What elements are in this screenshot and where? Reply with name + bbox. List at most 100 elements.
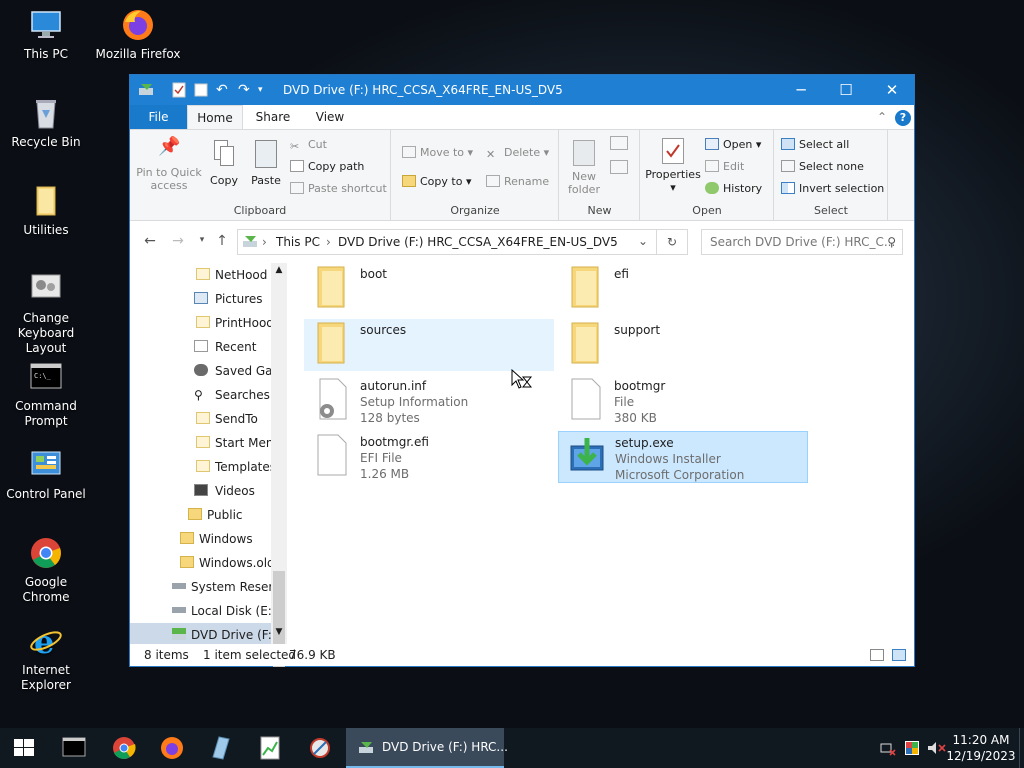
volume-muted-icon[interactable] <box>926 740 946 756</box>
nav-item-start-menu[interactable]: Start Menu <box>130 431 280 455</box>
details-view-icon[interactable] <box>870 649 884 661</box>
taskbar-command-prompt[interactable] <box>50 728 98 768</box>
collapse-ribbon-icon[interactable]: ⌃ <box>872 105 892 129</box>
scroll-up-icon[interactable]: ▲ <box>271 265 287 275</box>
nav-item-saved-games[interactable]: Saved Gan <box>130 359 280 383</box>
tab-view[interactable]: View <box>302 105 358 129</box>
nav-item-pictures[interactable]: Pictures <box>130 287 280 311</box>
open-button[interactable]: Open ▾ <box>705 138 761 152</box>
copy-button[interactable]: Copy <box>204 140 244 187</box>
nav-item-templates[interactable]: Templates <box>130 455 280 479</box>
help-icon[interactable]: ? <box>894 105 912 129</box>
properties-button[interactable]: Properties ▾ <box>645 138 701 194</box>
desktop-icon-label: Control Panel <box>6 487 86 501</box>
up-button[interactable]: ↑ <box>212 233 232 249</box>
redo-icon[interactable]: ↷ <box>238 82 252 98</box>
search-input[interactable]: Search DVD Drive (F:) HRC_C... ⚲ <box>701 229 903 255</box>
new-folder-quick-icon[interactable] <box>194 82 208 98</box>
large-icons-view-icon[interactable] <box>892 649 906 661</box>
address-dropdown-icon[interactable]: ⌄ <box>638 234 648 248</box>
title-bar[interactable]: ↶ ↷ ▾ DVD Drive (F:) HRC_CCSA_X64FRE_EN-… <box>130 75 914 105</box>
paste-button[interactable]: Paste <box>246 140 286 187</box>
edit-button[interactable]: Edit <box>705 160 744 174</box>
nav-item-sendto[interactable]: SendTo <box>130 407 280 431</box>
desktop-icon-keyboard-layout[interactable]: Change Keyboard Layout <box>0 272 92 356</box>
cut-button[interactable]: ✂ Cut <box>290 138 327 153</box>
start-button[interactable] <box>0 728 48 768</box>
scroll-down-icon[interactable]: ▼ <box>271 627 287 637</box>
paste-shortcut-button[interactable]: Paste shortcut <box>290 182 387 196</box>
move-to-button[interactable]: Move to ▾ <box>402 146 473 160</box>
nav-item-dvd-drive-f[interactable]: DVD Drive (F:) I <box>130 623 280 644</box>
desktop-icon-chrome[interactable]: Google Chrome <box>0 536 92 605</box>
chart-document-icon <box>260 736 280 760</box>
desktop-icon-command-prompt[interactable]: C:\_ Command Prompt <box>0 360 92 429</box>
file-item-efi[interactable]: efi <box>558 263 808 315</box>
nav-scrollbar[interactable]: ▲ ▼ <box>271 263 287 667</box>
pin-quick-access-button[interactable]: 📌 Pin to Quick access <box>136 138 202 193</box>
nav-item-nethood[interactable]: NetHood <box>130 263 280 287</box>
select-none-button[interactable]: Select none <box>781 160 864 174</box>
breadcrumb-this-pc[interactable]: This PC <box>276 235 320 249</box>
nav-item-public[interactable]: Public <box>130 503 280 527</box>
history-button[interactable]: History <box>705 182 762 196</box>
delete-button[interactable]: ✕ Delete ▾ <box>486 146 549 161</box>
file-item-support[interactable]: support <box>558 319 808 371</box>
minimize-button[interactable]: ─ <box>778 75 824 105</box>
nav-item-system-reserved[interactable]: System Reserve <box>130 575 280 599</box>
back-button[interactable]: ← <box>140 233 160 249</box>
copy-to-button[interactable]: Copy to ▾ <box>402 175 471 189</box>
taskbar-chrome[interactable] <box>100 728 148 768</box>
desktop-icon-label: Utilities <box>23 223 69 237</box>
recent-locations-icon[interactable]: ▾ <box>192 235 212 245</box>
network-tray-icon[interactable] <box>880 740 896 756</box>
taskbar-app-1[interactable] <box>197 728 245 768</box>
forward-button[interactable]: → <box>168 233 188 249</box>
nav-item-searches[interactable]: ⚲ Searches <box>130 383 280 407</box>
properties-quick-icon[interactable] <box>172 82 186 98</box>
new-folder-button[interactable]: New folder <box>564 140 604 196</box>
display-tray-icon[interactable] <box>904 740 920 756</box>
taskbar-app-2[interactable] <box>246 728 294 768</box>
taskbar-explorer-window[interactable]: DVD Drive (F:) HRC... <box>346 728 508 768</box>
system-clock[interactable]: 11:20 AM 12/19/2023 <box>946 732 1016 764</box>
tab-share[interactable]: Share <box>245 105 301 129</box>
easy-access-icon[interactable] <box>610 160 628 174</box>
file-item-boot[interactable]: boot <box>304 263 554 315</box>
refresh-button[interactable]: ↻ <box>657 229 688 255</box>
customize-toolbar-icon[interactable]: ▾ <box>258 82 272 98</box>
taskbar-app-3[interactable] <box>296 728 344 768</box>
desktop-icon-utilities[interactable]: Utilities <box>0 184 92 238</box>
select-all-button[interactable]: Select all <box>781 138 849 152</box>
breadcrumb-dvd-drive[interactable]: DVD Drive (F:) HRC_CCSA_X64FRE_EN-US_DV5 <box>338 235 618 249</box>
file-item-bootmgr-efi[interactable]: bootmgr.efi EFI File 1.26 MB <box>304 431 554 483</box>
nav-item-local-disk-e[interactable]: Local Disk (E:) <box>130 599 280 623</box>
copy-path-button[interactable]: Copy path <box>290 160 364 174</box>
maximize-button[interactable]: ☐ <box>823 75 869 105</box>
nav-item-windows[interactable]: Windows <box>130 527 280 551</box>
invert-selection-button[interactable]: Invert selection <box>781 182 884 196</box>
nav-item-videos[interactable]: Videos <box>130 479 280 503</box>
show-desktop-button[interactable] <box>1019 728 1024 768</box>
edit-icon <box>705 160 719 172</box>
file-item-sources[interactable]: sources <box>304 319 554 371</box>
taskbar-firefox[interactable] <box>148 728 196 768</box>
address-bar[interactable]: › This PC › DVD Drive (F:) HRC_CCSA_X64F… <box>237 229 657 255</box>
undo-icon[interactable]: ↶ <box>216 82 230 98</box>
desktop-icon-this-pc[interactable]: This PC <box>0 8 92 62</box>
file-item-bootmgr[interactable]: bootmgr File 380 KB <box>558 375 808 427</box>
new-item-icon[interactable] <box>610 136 628 150</box>
nav-item-windows-old[interactable]: Windows.old <box>130 551 280 575</box>
recycle-bin-icon <box>29 96 63 130</box>
tab-file[interactable]: File <box>130 105 187 129</box>
rename-button[interactable]: Rename <box>486 175 549 189</box>
file-item-setup-exe[interactable]: setup.exe Windows Installer Microsoft Co… <box>558 431 808 483</box>
desktop-icon-internet-explorer[interactable]: e Internet Explorer <box>0 623 92 693</box>
desktop-icon-control-panel[interactable]: Control Panel <box>0 448 92 502</box>
desktop-icon-firefox[interactable]: Mozilla Firefox <box>92 8 184 62</box>
desktop-icon-recycle-bin[interactable]: Recycle Bin <box>0 96 92 150</box>
close-button[interactable]: ✕ <box>869 75 915 105</box>
tab-home[interactable]: Home <box>187 105 243 129</box>
nav-item-recent[interactable]: Recent <box>130 335 280 359</box>
nav-item-printhood[interactable]: PrintHood <box>130 311 280 335</box>
